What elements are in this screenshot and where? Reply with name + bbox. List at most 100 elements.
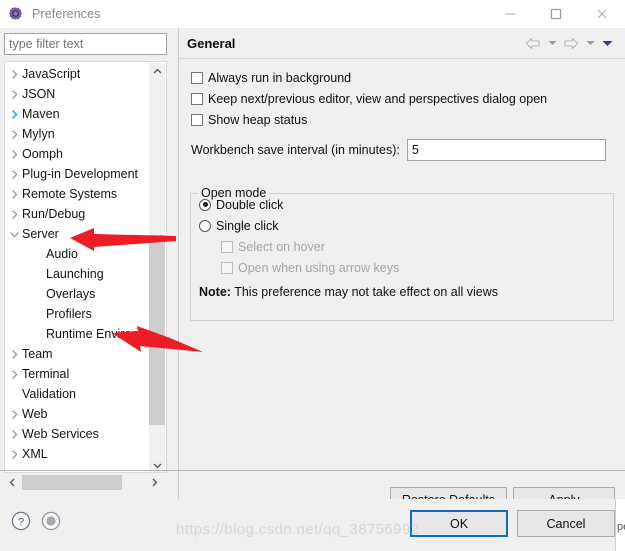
tree-item-launching[interactable]: Launching	[5, 264, 150, 284]
tree-item-server[interactable]: Server	[5, 224, 150, 244]
tree-item-label: JSON	[22, 87, 56, 101]
tree-item-label: Oomph	[22, 147, 63, 161]
tree-item-label: Audio	[46, 247, 78, 261]
help-icon[interactable]: ?	[10, 510, 32, 532]
tree-item-javascript[interactable]: JavaScript	[5, 64, 150, 84]
tree-hscrollbar-thumb[interactable]	[22, 475, 122, 490]
chevron-right-icon[interactable]	[7, 429, 22, 439]
tree-item-oomph[interactable]: Oomph	[5, 144, 150, 164]
checkbox-row-open-when-using-arrow-keys: Open when using arrow keys	[221, 257, 613, 278]
radio-single-click[interactable]	[199, 219, 211, 232]
chevron-right-icon[interactable]	[7, 69, 22, 79]
chevron-right-icon[interactable]	[7, 129, 22, 139]
page-title: General	[187, 35, 236, 51]
tree-item-label: Validation	[22, 387, 76, 401]
workbench-save-interval-input[interactable]	[406, 139, 606, 161]
filter-input[interactable]	[4, 33, 167, 55]
open-mode-group: Open mode Double click Single click Sele…	[190, 186, 614, 321]
chevron-down-icon[interactable]	[7, 230, 22, 239]
tree-item-profilers[interactable]: Profilers	[5, 304, 150, 324]
back-dropdown-caret-icon[interactable]	[544, 32, 560, 54]
close-icon[interactable]	[579, 0, 625, 28]
title-bar: Preferences	[0, 0, 625, 28]
chevron-right-icon[interactable]	[7, 369, 22, 379]
tree-item-label: Mylyn	[22, 127, 55, 141]
view-menu-dropdown-icon[interactable]	[598, 32, 616, 54]
chevron-right-icon[interactable]	[7, 409, 22, 419]
scroll-left-icon[interactable]	[4, 474, 21, 491]
window-controls	[487, 0, 625, 28]
tree-item-label: Team	[22, 347, 53, 361]
scroll-right-icon[interactable]	[146, 474, 163, 491]
tree-item-label: Terminal	[22, 367, 70, 381]
tree-item-json[interactable]: JSON	[5, 84, 150, 104]
tree-item-label: XML	[22, 447, 48, 461]
maximize-icon[interactable]	[533, 0, 579, 28]
tree-item-runtime-environm[interactable]: Runtime Environm	[5, 324, 150, 344]
tree-item-xml[interactable]: XML	[5, 444, 150, 464]
tree-item-overlays[interactable]: Overlays	[5, 284, 150, 304]
gear-icon	[7, 6, 24, 23]
radio-row-single-click[interactable]: Single click	[199, 215, 613, 236]
tree-item-plug-in-development[interactable]: Plug-in Development	[5, 164, 150, 184]
dialog-footer: ? OK Cancel	[0, 499, 625, 551]
tree-item-label: Runtime Environm	[46, 327, 149, 341]
cancel-button[interactable]: Cancel	[517, 510, 615, 537]
checkbox-show-heap-status[interactable]	[191, 113, 203, 126]
preferences-page: General Always run in background Keep ne…	[178, 28, 625, 512]
tree-item-team[interactable]: Team	[5, 344, 150, 364]
chevron-right-icon[interactable]	[7, 149, 22, 159]
checkbox-label: Select on hover	[238, 239, 325, 254]
tree-item-terminal[interactable]: Terminal	[5, 364, 150, 384]
chevron-right-icon[interactable]	[7, 89, 22, 99]
chevron-right-icon[interactable]	[7, 189, 22, 199]
back-arrow-icon[interactable]	[522, 32, 544, 54]
scroll-up-icon[interactable]	[149, 63, 165, 79]
tree-item-web[interactable]: Web	[5, 404, 150, 424]
background-window-edge: pe	[615, 499, 625, 551]
footer-icon-group: ?	[10, 510, 62, 532]
forward-dropdown-caret-icon[interactable]	[582, 32, 598, 54]
tree-scrollbar-thumb[interactable]	[149, 235, 165, 425]
tree-item-audio[interactable]: Audio	[5, 244, 150, 264]
radio-double-click[interactable]	[199, 198, 211, 211]
tree-item-remote-systems[interactable]: Remote Systems	[5, 184, 150, 204]
forward-arrow-icon[interactable]	[560, 32, 582, 54]
minimize-icon[interactable]	[487, 0, 533, 28]
chevron-right-icon[interactable]	[7, 349, 22, 359]
chevron-right-icon[interactable]	[7, 449, 22, 459]
checkbox-always-run-in-background[interactable]	[191, 71, 203, 84]
workbench-save-interval-label: Workbench save interval (in minutes):	[191, 143, 400, 157]
chevron-right-icon[interactable]	[7, 209, 22, 219]
restore-circle-icon[interactable]	[40, 510, 62, 532]
checkbox-keep-next-previous-editor[interactable]	[191, 92, 203, 105]
tree-vertical-scrollbar[interactable]	[149, 63, 165, 472]
dialog-body: JavaScript JSON Maven Mylyn Oomph Plug-in Dev…	[0, 28, 625, 512]
tree-item-mylyn[interactable]: Mylyn	[5, 124, 150, 144]
chevron-right-icon[interactable]	[7, 169, 22, 179]
checkbox-row-keep-next-previous-editor[interactable]: Keep next/previous editor, view and pers…	[191, 88, 625, 109]
tree-horizontal-scrollbar[interactable]	[4, 474, 167, 491]
workbench-save-interval-row: Workbench save interval (in minutes):	[191, 139, 625, 161]
page-nav-tools	[522, 32, 625, 54]
tree-item-label: Web	[22, 407, 48, 421]
tree-item-validation[interactable]: Validation	[5, 384, 150, 404]
checkbox-row-select-on-hover: Select on hover	[221, 236, 613, 257]
checkbox-row-show-heap-status[interactable]: Show heap status	[191, 109, 625, 130]
svg-text:?: ?	[18, 516, 24, 528]
open-mode-legend: Open mode	[198, 186, 270, 200]
tree-item-label: JavaScript	[22, 67, 81, 81]
window-title: Preferences	[32, 7, 101, 21]
tree-item-label: Maven	[22, 107, 60, 121]
checkbox-row-always-run-in-background[interactable]: Always run in background	[191, 67, 625, 88]
tree-item-run-debug[interactable]: Run/Debug	[5, 204, 150, 224]
preferences-tree[interactable]: JavaScript JSON Maven Mylyn Oomph Plug-in Dev…	[4, 61, 167, 473]
tree-item-web-services[interactable]: Web Services	[5, 424, 150, 444]
chevron-right-icon[interactable]	[7, 109, 22, 119]
tree-item-maven[interactable]: Maven	[5, 104, 150, 124]
tree-item-label: Server	[22, 227, 59, 241]
tree-item-label: Profilers	[46, 307, 92, 321]
tree-item-label: Run/Debug	[22, 207, 86, 221]
open-mode-note: Note: This preference may not take effec…	[199, 285, 613, 299]
ok-button[interactable]: OK	[410, 510, 508, 537]
